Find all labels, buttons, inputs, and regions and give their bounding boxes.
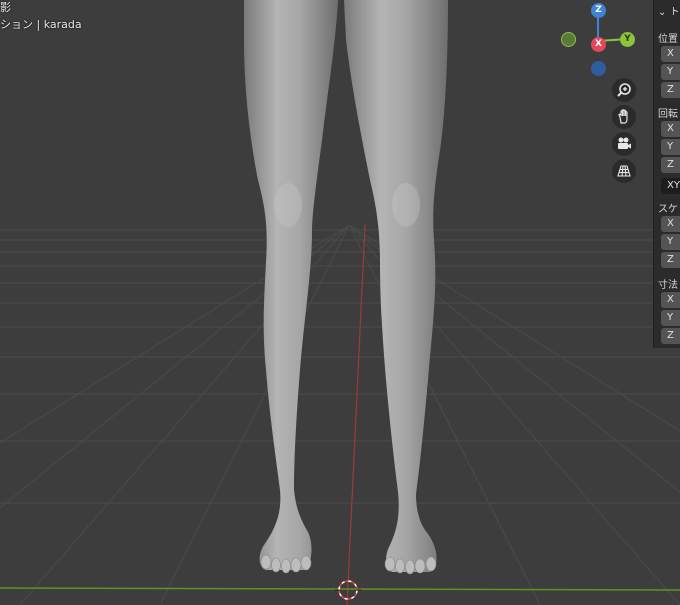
location-label: 位置: [658, 34, 678, 45]
location-x-field[interactable]: X: [661, 46, 680, 62]
rotation-z-field[interactable]: Z: [661, 157, 680, 173]
pan-button[interactable]: [612, 105, 636, 129]
camera-icon: [618, 137, 631, 149]
sidebar-header[interactable]: ⌄ ト: [658, 3, 680, 18]
x-axis-line: [346, 224, 366, 605]
dimensions-label: 寸法: [658, 280, 678, 291]
grid-perspective-icon: [617, 165, 631, 177]
scale-x-field[interactable]: X: [661, 216, 680, 232]
gizmo-neg-x-axis[interactable]: [561, 32, 576, 47]
dimensions-z-field[interactable]: Z: [661, 328, 680, 344]
viewport-scene: [0, 0, 680, 605]
zoom-in-icon: [617, 83, 631, 97]
dimensions-x-field[interactable]: X: [661, 292, 680, 308]
transform-sidebar[interactable]: ⌄ ト 位置 X Y Z 回転 X Y Z XYZ スケ X Y Z 寸法 X …: [653, 0, 680, 348]
dimensions-y-field[interactable]: Y: [661, 310, 680, 326]
zoom-button[interactable]: [612, 78, 636, 102]
rotation-y-field[interactable]: Y: [661, 139, 680, 155]
rotation-label: 回転: [658, 109, 678, 120]
gizmo-y-axis[interactable]: Y: [620, 32, 635, 47]
collection-label: ション | karada: [0, 18, 82, 31]
gizmo-neg-z-axis[interactable]: [591, 61, 606, 76]
mesh-model-legs[interactable]: [244, 0, 448, 575]
navigation-gizmo[interactable]: Z X Y: [555, 0, 645, 80]
rotation-mode-select[interactable]: XYZ: [661, 178, 680, 194]
hand-pan-icon: [618, 109, 628, 124]
location-z-field[interactable]: Z: [661, 82, 680, 98]
floor-grid: [0, 224, 680, 605]
scale-z-field[interactable]: Z: [661, 252, 680, 268]
gizmo-z-axis[interactable]: Z: [591, 3, 606, 18]
gizmo-x-axis[interactable]: X: [591, 37, 606, 52]
perspective-toggle-button[interactable]: [612, 159, 636, 183]
rotation-x-field[interactable]: X: [661, 121, 680, 137]
view-mode-label: 影: [0, 1, 11, 14]
3d-viewport[interactable]: 影 ション | karada Z X Y ⌄ ト 位置 X Y Z 回転 X Y…: [0, 0, 680, 605]
location-y-field[interactable]: Y: [661, 64, 680, 80]
scale-label: スケ: [658, 204, 678, 215]
chevron-down-icon[interactable]: ⌄: [658, 7, 666, 18]
camera-view-button[interactable]: [612, 132, 636, 156]
scale-y-field[interactable]: Y: [661, 234, 680, 250]
